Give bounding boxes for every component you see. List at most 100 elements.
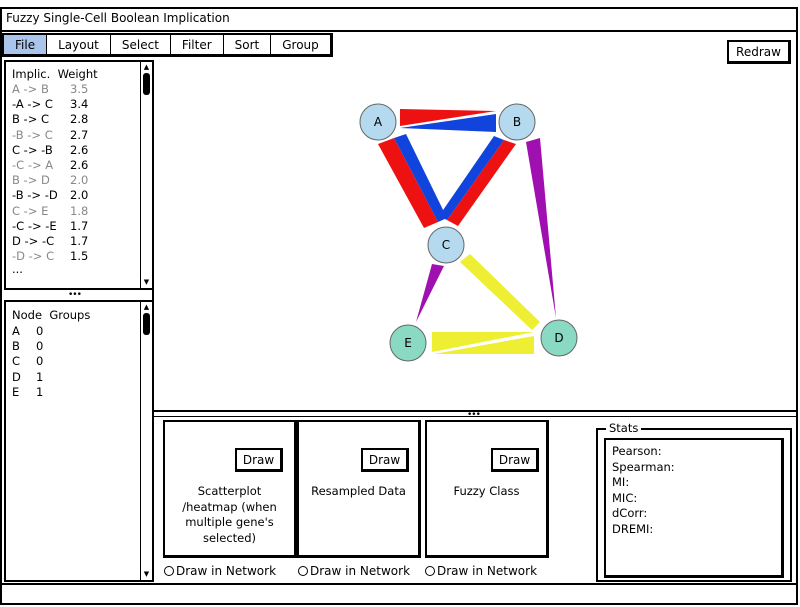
- node-label: E: [404, 336, 412, 350]
- implication-row[interactable]: D -> -C 1.7: [12, 234, 88, 249]
- stat-mi: MI:: [612, 475, 630, 489]
- group-value: 0: [36, 339, 44, 354]
- group-row[interactable]: B0: [12, 339, 43, 354]
- menu-file[interactable]: File: [4, 35, 48, 54]
- implication-weight: 3.5: [70, 82, 89, 96]
- node-d[interactable]: D: [540, 319, 578, 357]
- stat-dremi: DREMI:: [612, 521, 654, 536]
- implications-header-rule: Implic.: [12, 67, 51, 81]
- draw-button[interactable]: Draw: [361, 448, 409, 472]
- implication-rule: D -> -C: [12, 234, 55, 249]
- radio-label: Draw in Network: [437, 564, 538, 578]
- group-row[interactable]: A0: [12, 324, 43, 339]
- edge-b-c[interactable]: [447, 140, 516, 226]
- implications-scrollbar[interactable]: ▲ ▼: [140, 62, 152, 288]
- menu-layout[interactable]: Layout: [47, 35, 111, 54]
- implications-more: ...: [12, 262, 23, 277]
- implication-weight: 2.7: [70, 127, 89, 142]
- node-a[interactable]: A: [359, 103, 397, 141]
- groups-scrollbar[interactable]: ▲ ▼: [140, 302, 152, 580]
- card-label-line: multiple gene's: [185, 515, 274, 529]
- splitter-handle-icon[interactable]: •••: [467, 411, 481, 420]
- draw-in-network-radio[interactable]: Draw in Network: [425, 564, 537, 578]
- edge-c-e[interactable]: [416, 264, 444, 322]
- implication-row[interactable]: -D -> C 1.5: [12, 249, 88, 264]
- implication-row[interactable]: B -> C 2.8: [12, 112, 88, 127]
- draw-button[interactable]: Draw: [235, 448, 283, 472]
- resampled-data-card: Draw Resampled Data: [297, 420, 421, 558]
- implication-weight: 1.5: [70, 249, 89, 264]
- stats-box: Pearson: Spearman: MI: MIC: dCorr: DREMI…: [604, 438, 784, 578]
- implication-row[interactable]: B -> D 2.0: [12, 173, 88, 188]
- group-value: 1: [36, 384, 44, 399]
- implication-row[interactable]: -A -> C 3.4: [12, 97, 88, 112]
- node-e[interactable]: E: [389, 324, 427, 362]
- group-node: D: [12, 369, 21, 384]
- implication-row[interactable]: -B -> C 2.7: [12, 128, 88, 143]
- card-label: Scatterplot /heatmap (when multiple gene…: [165, 484, 294, 546]
- implication-weight: 2.8: [70, 112, 89, 127]
- card-label-line: selected): [202, 530, 257, 545]
- network-canvas[interactable]: A B C D E: [154, 60, 798, 410]
- radio-circle-icon[interactable]: [164, 566, 174, 576]
- groups-header-groups: Groups: [49, 308, 91, 322]
- draw-in-network-radio[interactable]: Draw in Network: [298, 564, 410, 578]
- implication-rule: -C -> A: [12, 158, 54, 173]
- node-label: D: [554, 331, 563, 345]
- status-bar-border: [0, 583, 798, 585]
- group-value: 0: [36, 324, 44, 338]
- group-row[interactable]: D1: [12, 370, 43, 385]
- implication-weight: 1.7: [70, 218, 89, 233]
- implication-row[interactable]: -B -> -D 2.0: [12, 188, 88, 203]
- menu-sort[interactable]: Sort: [223, 35, 272, 54]
- splitter-handle-icon[interactable]: •••: [68, 291, 82, 300]
- implication-rule: C -> E: [12, 203, 49, 218]
- edge-b-d[interactable]: [526, 138, 556, 318]
- implication-rule: C -> -B: [12, 142, 53, 157]
- group-node: A: [12, 324, 20, 338]
- radio-circle-icon[interactable]: [425, 566, 435, 576]
- implication-weight: 3.4: [70, 97, 89, 112]
- node-label: C: [442, 238, 450, 252]
- stat-dcorr: dCorr:: [612, 506, 648, 520]
- implications-header: Implic. Weight: [12, 67, 98, 82]
- draw-in-network-radio[interactable]: Draw in Network: [164, 564, 276, 578]
- implication-row[interactable]: -C -> -E 1.7: [12, 219, 88, 234]
- group-node: E: [12, 384, 20, 399]
- implication-weight: 2.0: [70, 188, 89, 203]
- scroll-up-icon[interactable]: ▲: [142, 63, 151, 71]
- scroll-thumb[interactable]: [143, 73, 150, 95]
- implication-row[interactable]: C -> E 1.8: [12, 204, 88, 219]
- radio-circle-icon[interactable]: [298, 566, 308, 576]
- implication-rule: -C -> -E: [12, 218, 57, 233]
- draw-button[interactable]: Draw: [491, 448, 539, 472]
- network-edges: [378, 109, 556, 354]
- edge-b-c[interactable]: [439, 136, 504, 220]
- group-value: 0: [36, 354, 44, 369]
- node-c[interactable]: C: [427, 226, 465, 264]
- implication-row[interactable]: A -> B 3.5: [12, 82, 88, 97]
- implication-rule: A -> B: [12, 82, 49, 96]
- group-row[interactable]: C0: [12, 354, 43, 369]
- implication-row[interactable]: -C -> A 2.6: [12, 158, 88, 173]
- menu-group[interactable]: Group: [271, 35, 330, 54]
- scroll-thumb[interactable]: [143, 313, 150, 335]
- stats-title: Stats: [606, 421, 642, 435]
- scroll-down-icon[interactable]: ▼: [142, 570, 151, 578]
- menu-select[interactable]: Select: [110, 35, 171, 54]
- node-b[interactable]: B: [498, 103, 536, 141]
- implication-row[interactable]: C -> -B 2.6: [12, 143, 88, 158]
- menu-filter[interactable]: Filter: [170, 35, 224, 54]
- implication-rule: B -> D: [12, 173, 50, 188]
- window-title: Fuzzy Single-Cell Boolean Implication: [6, 11, 230, 25]
- implications-list: A -> B 3.5 -A -> C 3.4 B -> C 2.8 -B -> C 2.7 C …: [12, 82, 88, 277]
- node-label: B: [513, 115, 521, 129]
- fuzzy-class-card: Draw Fuzzy Class: [425, 420, 549, 558]
- scroll-down-icon[interactable]: ▼: [142, 278, 151, 286]
- scroll-up-icon[interactable]: ▲: [142, 303, 151, 311]
- implication-rule: -A -> C: [12, 97, 53, 112]
- groups-header: Node Groups: [12, 308, 90, 323]
- group-row[interactable]: E1: [12, 385, 43, 400]
- implication-weight: 2.6: [70, 158, 89, 173]
- edge-c-d[interactable]: [460, 254, 540, 330]
